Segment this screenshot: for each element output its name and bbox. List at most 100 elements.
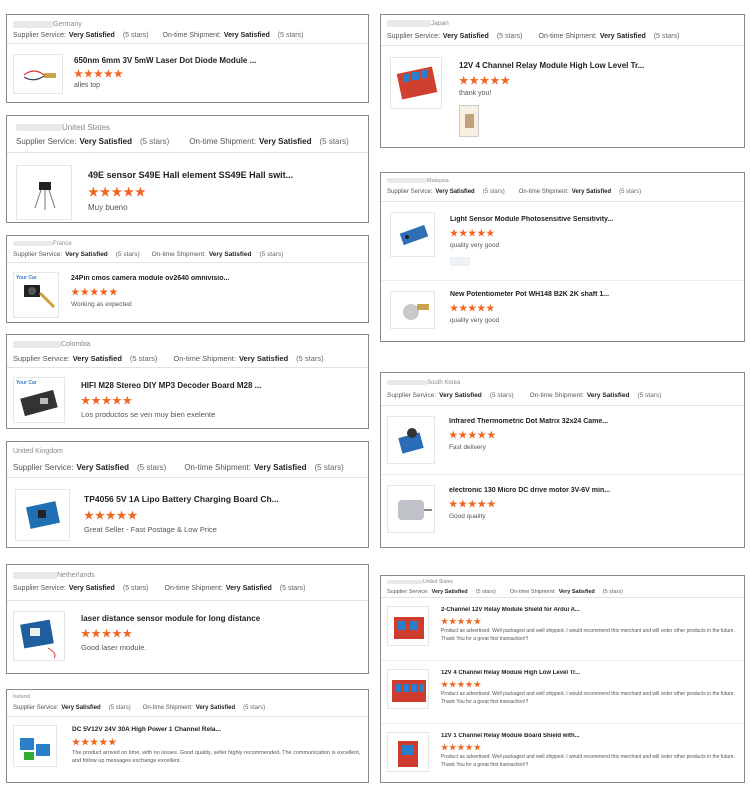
- review-text: The product arrived on time, with no iss…: [72, 750, 361, 764]
- buyer-country: Japan: [431, 19, 449, 27]
- review-text: Product as advertised. Well packaged and…: [441, 754, 735, 768]
- shipment-stars: (5 stars): [319, 137, 349, 146]
- product-thumbnail[interactable]: [387, 416, 435, 464]
- rating-stars: ★★★★★: [72, 737, 118, 747]
- supplier-service-label: Supplier Service:: [13, 585, 66, 592]
- product-title[interactable]: 2-Channel 12V Relay Module Shield for Ar…: [441, 607, 741, 613]
- buyer-country: Ireland: [13, 694, 30, 700]
- product-thumbnail[interactable]: Your Car: [13, 377, 65, 423]
- buyer-name-blurred: [13, 241, 53, 246]
- rating-stars: ★★★★★: [71, 287, 119, 298]
- shipment-rating: Very Satisfied: [599, 33, 646, 40]
- buyer-country: United Kingdom: [13, 447, 63, 455]
- review-header: Germany Supplier Service: Very Satisfied(…: [7, 15, 368, 44]
- rating-stars: ★★★★★: [84, 510, 139, 522]
- shipment-stars: (5 stars): [653, 33, 680, 40]
- shipment-label: On-time Shipment:: [184, 463, 252, 472]
- product-thumbnail[interactable]: [390, 291, 435, 329]
- buyer-country: Netherlands: [57, 571, 95, 579]
- product-title[interactable]: New Potentiometer Pot WH148 B2K 2K shaft…: [450, 291, 744, 298]
- shipment-label: On-time Shipment:: [173, 354, 236, 363]
- rating-stars: ★★★★★: [81, 628, 134, 640]
- rating-stars: ★★★★★: [441, 617, 482, 626]
- review-text: Product as advertised. Well packaged and…: [441, 628, 735, 642]
- review-item: DC 5V12V 24V 30A High Power 1 Channel Re…: [7, 717, 368, 767]
- product-title[interactable]: DC 5V12V 24V 30A High Power 1 Channel Re…: [72, 726, 364, 733]
- rating-stars: ★★★★★: [450, 303, 496, 313]
- product-title[interactable]: 650nm 6mm 3V 5mW Laser Dot Diode Module …: [74, 56, 368, 65]
- shipment-label: On-time Shipment:: [518, 189, 569, 195]
- review-item: laser distance sensor module for long di…: [7, 601, 368, 661]
- supplier-service-rating: Very Satisfied: [435, 189, 475, 195]
- supplier-service-stars: (5 stars): [122, 32, 149, 39]
- product-title[interactable]: 12V 4 Channel Relay Module High Low Leve…: [441, 670, 741, 676]
- product-thumbnail[interactable]: [13, 54, 63, 94]
- buyer-name-blurred: [13, 340, 61, 348]
- review-item: 2-Channel 12V Relay Module Shield for Ar…: [381, 598, 744, 661]
- supplier-service-label: Supplier Service:: [387, 189, 433, 195]
- product-thumbnail[interactable]: [13, 725, 57, 767]
- supplier-service-stars: (5 stars): [108, 705, 131, 711]
- review-photo[interactable]: [459, 105, 479, 137]
- review-photo[interactable]: [450, 257, 470, 266]
- supplier-service-rating: Very Satisfied: [65, 251, 108, 258]
- supplier-service-label: Supplier Service:: [387, 392, 437, 399]
- buyer-name-blurred: [16, 123, 62, 131]
- product-thumbnail[interactable]: [387, 485, 435, 533]
- review-item: Your Car HIFI M28 Stereo DIY MP3 Decoder…: [7, 368, 368, 423]
- product-title[interactable]: HIFI M28 Stereo DIY MP3 Decoder Board M2…: [81, 381, 368, 390]
- product-thumbnail[interactable]: [390, 57, 442, 109]
- shipment-rating: Very Satisfied: [571, 189, 612, 195]
- supplier-service-label: Supplier Service:: [387, 33, 440, 40]
- product-thumbnail[interactable]: [390, 212, 435, 257]
- review-text: Product as advertised. Well packaged and…: [441, 691, 735, 705]
- product-title[interactable]: Infrared Thermometric Dot Matrix 32x24 C…: [449, 418, 744, 425]
- review-card-south-korea: South Korea Supplier Service: Very Satisf…: [380, 372, 745, 548]
- relay-module-image: [394, 617, 424, 639]
- supplier-service-rating: Very Satisfied: [442, 33, 489, 40]
- product-title[interactable]: 12V 1 Channel Relay Module Board Shield …: [441, 733, 741, 739]
- review-header: France Supplier Service: Very Satisfied (5…: [7, 236, 368, 263]
- product-thumbnail[interactable]: [387, 732, 429, 772]
- product-title[interactable]: 24Pin cmos camera module ov2640 omnivisi…: [71, 275, 368, 282]
- product-thumbnail[interactable]: [387, 669, 429, 709]
- review-item: 12V 4 Channel Relay Module High Low Leve…: [381, 661, 744, 724]
- shipment-rating: Very Satisfied: [223, 32, 270, 39]
- supplier-service-rating: Very Satisfied: [431, 589, 468, 595]
- review-text: thank you!: [459, 90, 492, 97]
- product-title[interactable]: TP4056 5V 1A Lipo Battery Charging Board…: [84, 494, 368, 504]
- product-title[interactable]: 49E sensor S49E Hall element SS49E Hall …: [88, 170, 368, 180]
- review-text: Working as expected: [71, 301, 132, 308]
- laser-diode-image: [23, 70, 56, 81]
- product-title[interactable]: laser distance sensor module for long di…: [81, 614, 368, 623]
- supplier-service-stars: (5 stars): [122, 585, 149, 592]
- review-card-france: France Supplier Service: Very Satisfied (5…: [6, 235, 369, 323]
- product-title[interactable]: Light Sensor Module Photosensitive Sensi…: [450, 216, 744, 223]
- supplier-service-stars: (5 stars): [496, 33, 523, 40]
- product-thumbnail[interactable]: [13, 611, 65, 661]
- supplier-service-label: Supplier Service:: [13, 463, 74, 472]
- product-thumbnail[interactable]: Your Car: [13, 272, 59, 318]
- supplier-service-rating: Very Satisfied: [79, 137, 132, 146]
- review-header: United States Supplier Service: Very Sati…: [381, 576, 744, 598]
- product-thumbnail[interactable]: [387, 606, 429, 646]
- shipment-rating: Very Satisfied: [238, 354, 289, 363]
- shipment-stars: (5 stars): [602, 589, 623, 595]
- product-thumbnail[interactable]: [16, 165, 72, 220]
- review-card-united-kingdom: United Kingdom Supplier Service: Very Sat…: [6, 441, 369, 548]
- relay-module-image: [396, 66, 438, 100]
- rating-stars: ★★★★★: [449, 430, 497, 441]
- rating-stars: ★★★★★: [88, 185, 147, 199]
- rating-stars: ★★★★★: [441, 680, 482, 689]
- your-cart-watermark: Your Car: [16, 275, 37, 281]
- product-title[interactable]: electronic 130 Micro DC drive motor 3V-6…: [449, 487, 744, 494]
- shipment-label: On-time Shipment:: [151, 251, 206, 258]
- supplier-service-label: Supplier Service:: [13, 705, 59, 711]
- buyer-name-blurred: [387, 19, 431, 27]
- shipment-rating: Very Satisfied: [208, 251, 252, 258]
- rating-stars: ★★★★★: [74, 69, 124, 80]
- product-thumbnail[interactable]: [15, 489, 70, 541]
- review-item: New Potentiometer Pot WH148 B2K 2K shaft…: [381, 281, 744, 341]
- product-title[interactable]: 12V 4 Channel Relay Module High Low Leve…: [459, 61, 744, 70]
- shipment-rating: Very Satisfied: [195, 705, 236, 711]
